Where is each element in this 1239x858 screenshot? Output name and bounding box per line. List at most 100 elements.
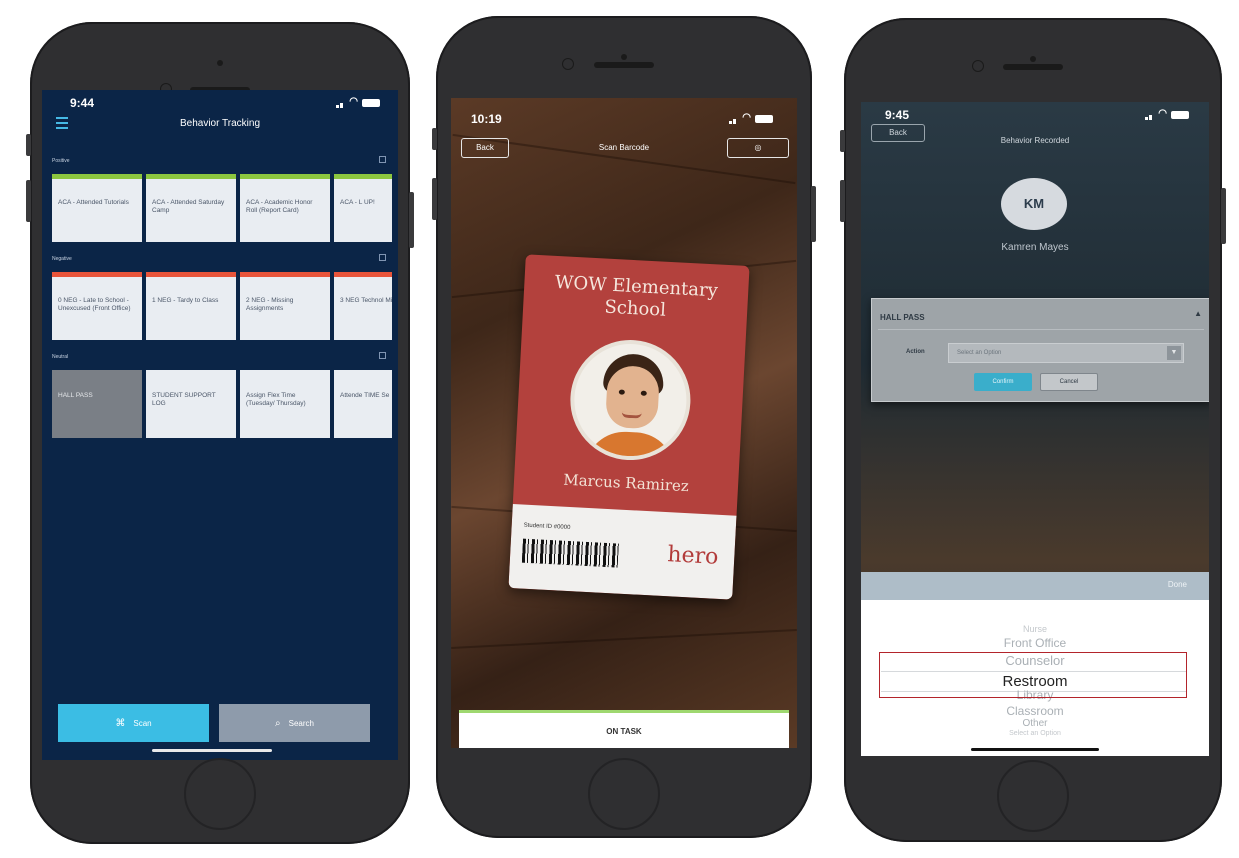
- behavior-card[interactable]: ACA - L UP!: [334, 174, 392, 242]
- behavior-card[interactable]: Attende TIME Se: [334, 370, 392, 438]
- behavior-card[interactable]: 0 NEG - Late to School - Unexcused (Fron…: [52, 272, 142, 340]
- status-icons: ◠: [729, 112, 773, 124]
- status-bar: 9:45 ◠: [861, 102, 1209, 124]
- neutral-cards: HALL PASS STUDENT SUPPORT LOG Assign Fle…: [52, 370, 392, 438]
- action-select[interactable]: Select an Option ▼: [948, 343, 1184, 363]
- picker-toolbar: Done: [861, 572, 1209, 600]
- picker-option[interactable]: Front Office: [861, 636, 1209, 650]
- phone-behavior-tracking: 9:44 ◠ Behavior Tracking Positive ACA - …: [26, 22, 414, 844]
- status-icons: ◠: [1145, 108, 1189, 120]
- barcode-icon: ⌘: [115, 717, 126, 729]
- camera-switch-button[interactable]: ◎: [727, 138, 789, 158]
- behavior-card[interactable]: 1 NEG - Tardy to Class: [146, 272, 236, 340]
- side-button: [840, 180, 845, 222]
- signal-icon: [733, 119, 736, 124]
- behavior-card[interactable]: 3 NEG Technol Misuse: [334, 272, 392, 340]
- chevron-down-icon: ▼: [1167, 346, 1181, 360]
- status-icons: ◠: [336, 96, 380, 108]
- section-label-negative: Negative: [52, 256, 72, 262]
- behavior-card[interactable]: ACA - Academic Honor Roll (Report Card): [240, 174, 330, 242]
- earpiece-speaker: [594, 62, 654, 68]
- photo-face: [604, 364, 661, 430]
- wifi-icon: ◠: [742, 112, 751, 123]
- scan-label: Scan: [133, 718, 152, 728]
- hall-pass-modal: HALL PASS ▲ Action Select an Option ▼ Co…: [871, 298, 1209, 402]
- screenshot-stage: 9:44 ◠ Behavior Tracking Positive ACA - …: [0, 0, 1239, 858]
- picker-option[interactable]: Nurse: [861, 624, 1209, 634]
- selection-highlight: [879, 652, 1187, 698]
- screen: 9:45 ◠ Back Behavior Recorded KM Kamren …: [861, 102, 1209, 756]
- action-label: Action: [906, 349, 925, 355]
- behavior-card[interactable]: Assign Flex Time (Tuesday/ Thursday): [240, 370, 330, 438]
- picker-option[interactable]: Select an Option: [861, 730, 1209, 737]
- signal-icon: [1149, 115, 1152, 120]
- phone-scan-barcode: 10:19 ◠ Back Scan Barcode ◎ WOW Elementa…: [432, 16, 816, 838]
- picker-option[interactable]: Other: [861, 718, 1209, 729]
- proximity-sensor: [562, 58, 574, 70]
- front-camera: [1030, 56, 1036, 62]
- negative-cards: 0 NEG - Late to School - Unexcused (Fron…: [52, 272, 392, 340]
- behavior-card[interactable]: ACA - Attended Tutorials: [52, 174, 142, 242]
- home-indicator: [152, 749, 272, 752]
- screen: 9:44 ◠ Behavior Tracking Positive ACA - …: [42, 90, 398, 760]
- avatar: KM: [1001, 178, 1067, 230]
- select-placeholder: Select an Option: [957, 350, 1002, 356]
- scan-button[interactable]: ⌘ Scan: [58, 704, 209, 742]
- status-time: 9:44: [70, 96, 95, 110]
- behavior-card[interactable]: HALL PASS: [52, 370, 142, 438]
- signal-icon: [1145, 117, 1148, 120]
- phone-behavior-recorded: 9:45 ◠ Back Behavior Recorded KM Kamren …: [840, 18, 1226, 842]
- status-time: 10:19: [471, 112, 502, 126]
- home-button[interactable]: [997, 760, 1069, 832]
- photo-shirt: [584, 429, 677, 464]
- expand-icon[interactable]: [379, 352, 386, 359]
- collapse-icon[interactable]: ▲: [1194, 309, 1202, 318]
- page-title: Behavior Tracking: [179, 118, 261, 129]
- option-picker[interactable]: Nurse Front Office Counselor Restroom Li…: [861, 600, 1209, 756]
- battery-icon: [362, 99, 380, 107]
- behavior-card[interactable]: ACA - Attended Saturday Camp: [146, 174, 236, 242]
- camera-switch-icon: ◎: [754, 143, 762, 152]
- school-name: WOW Elementary School: [554, 271, 719, 321]
- barcode: [521, 538, 619, 568]
- screen: 10:19 ◠ Back Scan Barcode ◎ WOW Elementa…: [451, 98, 797, 748]
- expand-icon[interactable]: [379, 156, 386, 163]
- scan-result-banner[interactable]: ON TASK: [459, 710, 789, 748]
- student-id-label: Student ID #0000: [523, 522, 571, 532]
- page-title: Behavior Recorded: [1000, 136, 1070, 145]
- brand-logo: hero: [666, 542, 719, 570]
- side-button: [432, 178, 437, 220]
- signal-icon: [340, 103, 343, 108]
- side-button: [432, 128, 437, 150]
- side-button: [26, 180, 31, 222]
- signal-icon: [729, 121, 732, 124]
- nav-bar: Behavior Tracking: [42, 112, 398, 138]
- home-button[interactable]: [184, 758, 256, 830]
- student-name: Kamren Mayes: [1001, 242, 1069, 253]
- wood-grain: [451, 628, 797, 650]
- wifi-icon: ◠: [349, 96, 358, 107]
- side-button: [811, 186, 816, 242]
- positive-cards: ACA - Attended Tutorials ACA - Attended …: [52, 174, 392, 242]
- cancel-button[interactable]: Cancel: [1040, 373, 1098, 391]
- front-camera: [621, 54, 627, 60]
- side-button: [840, 130, 845, 152]
- behavior-card[interactable]: STUDENT SUPPORT LOG: [146, 370, 236, 438]
- front-camera: [217, 60, 223, 66]
- home-indicator: [971, 748, 1099, 751]
- search-button[interactable]: ⌕ Search: [219, 704, 370, 742]
- home-button[interactable]: [588, 758, 660, 830]
- confirm-button[interactable]: Confirm: [974, 373, 1032, 391]
- behavior-card[interactable]: 2 NEG - Missing Assignments: [240, 272, 330, 340]
- earpiece-speaker: [1003, 64, 1063, 70]
- signal-icon: [336, 105, 339, 108]
- done-button[interactable]: Done: [1168, 580, 1187, 589]
- search-label: Search: [288, 718, 314, 728]
- expand-icon[interactable]: [379, 254, 386, 261]
- section-label-neutral: Neutral: [52, 354, 69, 360]
- modal-title: HALL PASS: [880, 313, 925, 322]
- battery-icon: [1171, 111, 1189, 119]
- picker-option[interactable]: Classroom: [861, 704, 1209, 718]
- card-student-name: Marcus Ramirez: [562, 470, 690, 496]
- modal-divider: [878, 329, 1204, 330]
